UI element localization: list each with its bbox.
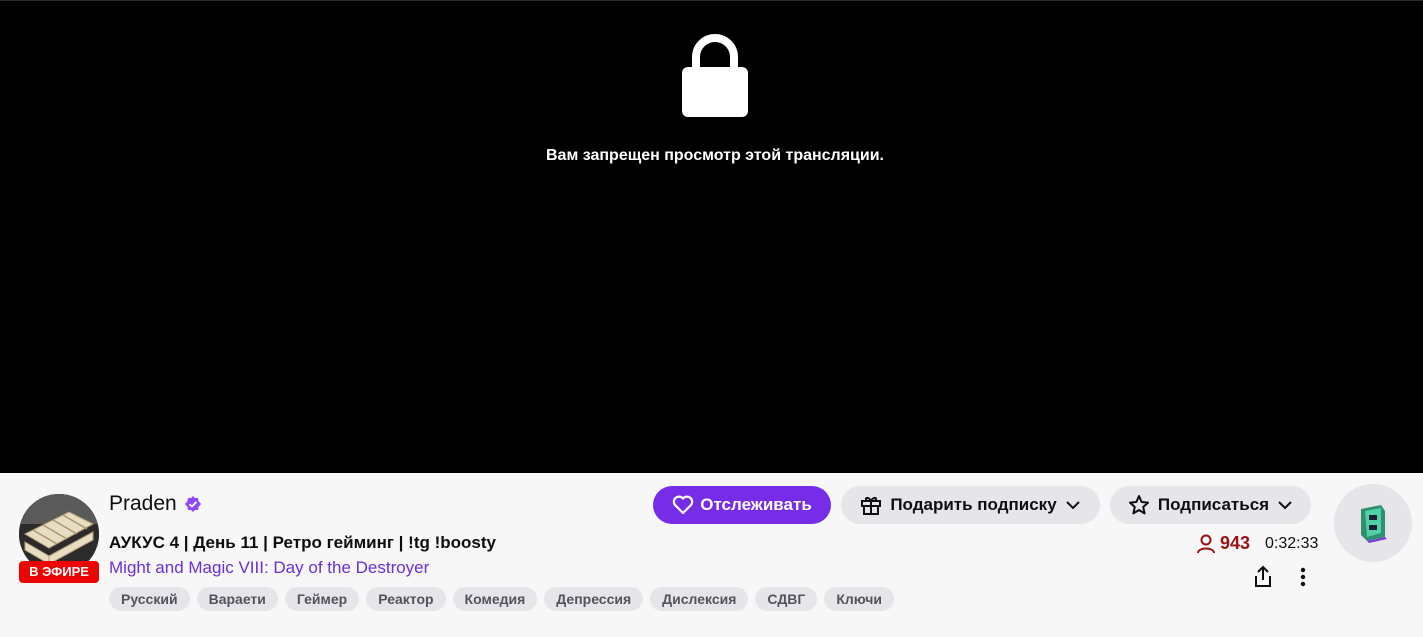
blocked-message: Вам запрещен просмотр этой трансляции. xyxy=(546,147,884,164)
tag[interactable]: Дислексия xyxy=(650,587,749,611)
lock-icon xyxy=(682,34,748,117)
game-link[interactable]: Might and Magic VIII: Day of the Destroy… xyxy=(109,558,429,578)
follow-button[interactable]: Отслеживать xyxy=(653,486,831,524)
tag-list: Русский Вараети Геймер Реактор Комедия Д… xyxy=(109,587,894,611)
extension-icon xyxy=(1361,505,1387,543)
verified-icon xyxy=(184,496,201,512)
chevron-down-icon xyxy=(1278,501,1292,510)
tag[interactable]: Реактор xyxy=(366,587,446,611)
viewers-icon xyxy=(1197,534,1215,553)
tag[interactable]: Комедия xyxy=(452,587,538,611)
star-icon xyxy=(1128,495,1149,515)
extension-button[interactable] xyxy=(1334,484,1412,562)
avatar-container[interactable]: В ЭФИРЕ xyxy=(19,494,99,583)
share-icon[interactable] xyxy=(1252,565,1274,589)
more-options-icon[interactable] xyxy=(1293,565,1313,589)
channel-name[interactable]: Praden xyxy=(109,492,177,516)
channel-name-row: Praden xyxy=(109,492,201,516)
follow-button-label: Отслеживать xyxy=(700,495,812,514)
video-player[interactable]: Вам запрещен просмотр этой трансляции. xyxy=(0,0,1423,473)
tag[interactable]: СДВГ xyxy=(755,587,818,611)
tag[interactable]: Русский xyxy=(109,587,190,611)
tag[interactable]: Ключи xyxy=(824,587,894,611)
viewer-count-value: 943 xyxy=(1220,533,1251,553)
subscribe-label: Подписаться xyxy=(1157,495,1270,514)
heart-icon xyxy=(672,495,694,515)
gift-icon xyxy=(861,497,882,515)
channel-info-bar: В ЭФИРЕ Praden АУКУС 4 | День 11 | Ретро… xyxy=(0,473,1423,637)
subscribe-button[interactable]: Подписаться xyxy=(1110,486,1311,524)
tag[interactable]: Депрессия xyxy=(544,587,644,611)
viewer-count: 943 xyxy=(1196,533,1250,554)
chevron-down-icon xyxy=(1065,501,1080,510)
stream-uptime: 0:32:33 xyxy=(1265,535,1319,552)
live-badge: В ЭФИРЕ xyxy=(19,561,99,583)
gift-sub-button[interactable]: Подарить подписку xyxy=(841,486,1100,524)
gift-sub-label: Подарить подписку xyxy=(890,495,1057,514)
stream-title: АУКУС 4 | День 11 | Ретро гейминг | !tg … xyxy=(109,533,496,552)
tag[interactable]: Геймер xyxy=(284,587,360,611)
tag[interactable]: Вараети xyxy=(196,587,278,611)
